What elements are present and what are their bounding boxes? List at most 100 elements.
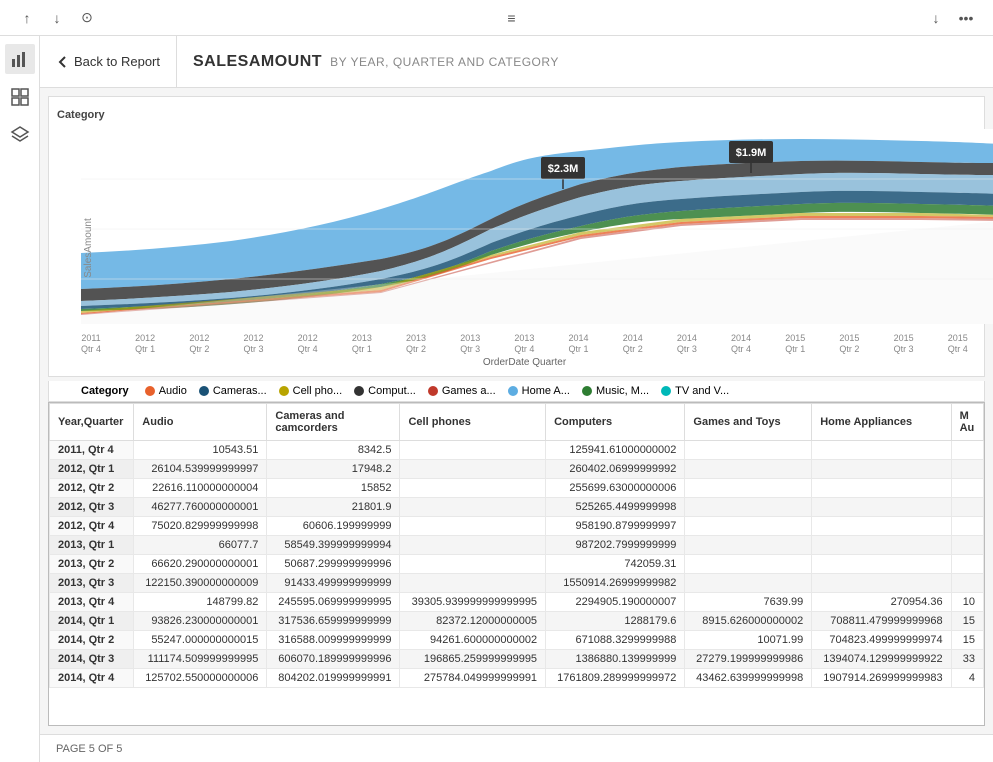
table-cell: 196865.259999999995 <box>400 649 546 668</box>
x-label-4: 2012Qtr 4 <box>298 333 318 355</box>
header-bar: Back to Report SALESAMOUNT BY YEAR, QUAR… <box>40 36 993 88</box>
table-cell: 2014, Qtr 2 <box>50 630 134 649</box>
table-cell: 275784.049999999991 <box>400 668 546 687</box>
toolbar-up-icon[interactable]: ↑ <box>16 7 38 29</box>
x-label-2: 2012Qtr 2 <box>189 333 209 355</box>
table-cell: 245595.069999999995 <box>267 592 400 611</box>
by-label: BY YEAR, QUARTER AND CATEGORY <box>330 55 559 69</box>
x-label-16: 2015Qtr 4 <box>948 333 968 355</box>
table-cell <box>400 478 546 497</box>
table-cell <box>400 516 546 535</box>
table-row: 2014, Qtr 255247.000000000015316588.0099… <box>50 630 984 649</box>
table-cell: 2013, Qtr 4 <box>50 592 134 611</box>
table-cell <box>400 440 546 459</box>
table-cell <box>812 535 951 554</box>
toolbar-circle-icon[interactable]: ⊙ <box>76 7 98 29</box>
back-label: Back to Report <box>74 54 160 69</box>
toolbar-menu-icon[interactable]: ≡ <box>501 7 523 29</box>
table-cell: 708811.479999999968 <box>812 611 951 630</box>
table-cell: 10543.51 <box>134 440 267 459</box>
x-label-8: 2013Qtr 4 <box>514 333 534 355</box>
table-cell: 671088.3299999988 <box>546 630 685 649</box>
table-cell: 39305.939999999999995 <box>400 592 546 611</box>
table-row: 2014, Qtr 4125702.550000000006804202.019… <box>50 668 984 687</box>
x-label-11: 2014Qtr 3 <box>677 333 697 355</box>
table-cell <box>812 497 951 516</box>
table-cell: 60606.199999999 <box>267 516 400 535</box>
table-cell <box>812 516 951 535</box>
back-button[interactable]: Back to Report <box>56 36 177 87</box>
table-cell: 704823.499999999974 <box>812 630 951 649</box>
table-cell <box>812 440 951 459</box>
table-cell <box>400 535 546 554</box>
audio-dot <box>145 386 155 396</box>
table-row: 2014, Qtr 3111174.509999999995606070.189… <box>50 649 984 668</box>
table-cell <box>685 440 812 459</box>
music-label: Music, M... <box>596 385 649 397</box>
x-label-5: 2013Qtr 1 <box>352 333 372 355</box>
table-cell <box>812 573 951 592</box>
table-cell: 2294905.190000007 <box>546 592 685 611</box>
table-cell: 2012, Qtr 1 <box>50 459 134 478</box>
table-cell: 2013, Qtr 2 <box>50 554 134 573</box>
main-container: Back to Report SALESAMOUNT BY YEAR, QUAR… <box>0 36 993 762</box>
table-cell: 46277.760000000001 <box>134 497 267 516</box>
x-label-0: 2011Qtr 4 <box>81 333 101 355</box>
table-cell: 122150.390000000009 <box>134 573 267 592</box>
toolbar-more-icon[interactable]: ••• <box>955 7 977 29</box>
table-cell: 804202.019999999991 <box>267 668 400 687</box>
computers-dot <box>354 386 364 396</box>
table-row: 2013, Qtr 266620.29000000000150687.29999… <box>50 554 984 573</box>
col-year-quarter: Year,Quarter <box>50 403 134 440</box>
table-cell <box>951 535 983 554</box>
data-table-container[interactable]: Year,Quarter Audio Cameras andcamcorders… <box>48 402 985 726</box>
table-cell: 10 <box>951 592 983 611</box>
cell-label: Cell pho... <box>293 385 343 397</box>
audio-label: Audio <box>159 385 187 397</box>
x-label-7: 2013Qtr 3 <box>460 333 480 355</box>
page-label: PAGE 5 OF 5 <box>56 743 122 755</box>
table-row: 2014, Qtr 193826.230000000001317536.6599… <box>50 611 984 630</box>
x-label-15: 2015Qtr 3 <box>894 333 914 355</box>
table-cell: 10071.99 <box>685 630 812 649</box>
table-cell <box>951 516 983 535</box>
table-cell <box>685 573 812 592</box>
table-row: 2013, Qtr 4148799.82245595.0699999999953… <box>50 592 984 611</box>
cameras-label: Cameras... <box>213 385 267 397</box>
sidebar-grid-icon[interactable] <box>5 82 35 112</box>
home-label: Home A... <box>522 385 570 397</box>
col-cameras: Cameras andcamcorders <box>267 403 400 440</box>
table-cell <box>400 459 546 478</box>
table-cell: 148799.82 <box>134 592 267 611</box>
table-row: 2012, Qtr 222616.11000000000415852255699… <box>50 478 984 497</box>
toolbar-down-icon[interactable]: ↓ <box>46 7 68 29</box>
computers-label: Comput... <box>368 385 416 397</box>
table-cell: 43462.639999999998 <box>685 668 812 687</box>
sidebar <box>0 36 40 762</box>
table-cell <box>951 478 983 497</box>
toolbar-download-icon[interactable]: ↓ <box>925 7 947 29</box>
table-cell: 270954.36 <box>812 592 951 611</box>
table-cell: 111174.509999999995 <box>134 649 267 668</box>
table-cell: 2014, Qtr 1 <box>50 611 134 630</box>
table-cell: 66077.7 <box>134 535 267 554</box>
table-row: 2013, Qtr 3122150.39000000000991433.4999… <box>50 573 984 592</box>
x-label-1: 2012Qtr 1 <box>135 333 155 355</box>
home-dot <box>508 386 518 396</box>
table-cell: 317536.659999999999 <box>267 611 400 630</box>
table-cell: 58549.399999999994 <box>267 535 400 554</box>
table-cell: 2012, Qtr 3 <box>50 497 134 516</box>
legend-games: Games a... <box>428 385 496 397</box>
tv-label: TV and V... <box>675 385 729 397</box>
table-cell: 2014, Qtr 3 <box>50 649 134 668</box>
x-label-12: 2014Qtr 4 <box>731 333 751 355</box>
table-cell <box>400 554 546 573</box>
games-label: Games a... <box>442 385 496 397</box>
sidebar-layers-icon[interactable] <box>5 120 35 150</box>
table-cell <box>685 554 812 573</box>
y-axis-label: SalesAmount <box>83 219 94 278</box>
sidebar-chart-icon[interactable] <box>5 44 35 74</box>
table-row: 2012, Qtr 346277.76000000000121801.95252… <box>50 497 984 516</box>
col-cell: Cell phones <box>400 403 546 440</box>
table-cell: 255699.63000000006 <box>546 478 685 497</box>
